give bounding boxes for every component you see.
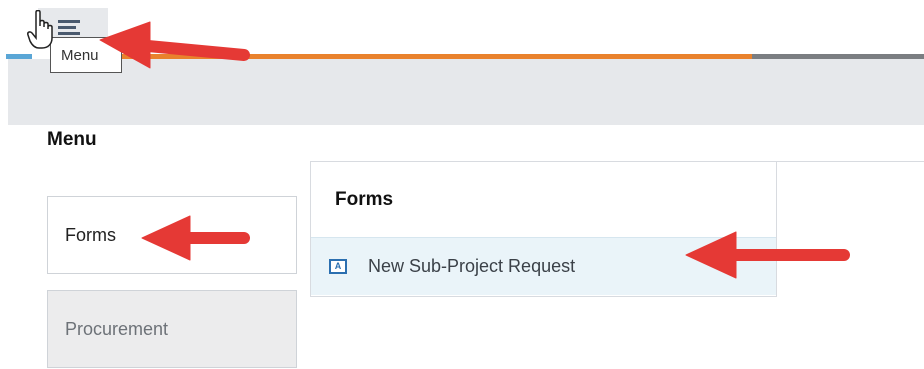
- menu-item-label: Procurement: [65, 318, 169, 339]
- menu-item-procurement[interactable]: Procurement: [47, 290, 297, 368]
- flyout-divider: [776, 161, 924, 162]
- hand-pointer-icon: [27, 10, 53, 49]
- list-menu-icon: [58, 20, 82, 36]
- flyout-item-new-sub-project-request[interactable]: A New Sub-Project Request: [311, 237, 776, 295]
- menu-tooltip: Menu: [50, 37, 122, 73]
- forms-flyout: Forms A New Sub-Project Request: [310, 161, 777, 297]
- menu-title: Menu: [47, 129, 97, 150]
- menu-item-forms[interactable]: Forms: [47, 196, 297, 274]
- top-bar: Menu: [0, 0, 924, 73]
- menu-item-label: Forms: [65, 224, 116, 245]
- form-icon: A: [329, 259, 347, 274]
- header-strip: [0, 59, 924, 125]
- flyout-title: Forms: [335, 189, 394, 210]
- flyout-item-label: New Sub-Project Request: [368, 256, 576, 276]
